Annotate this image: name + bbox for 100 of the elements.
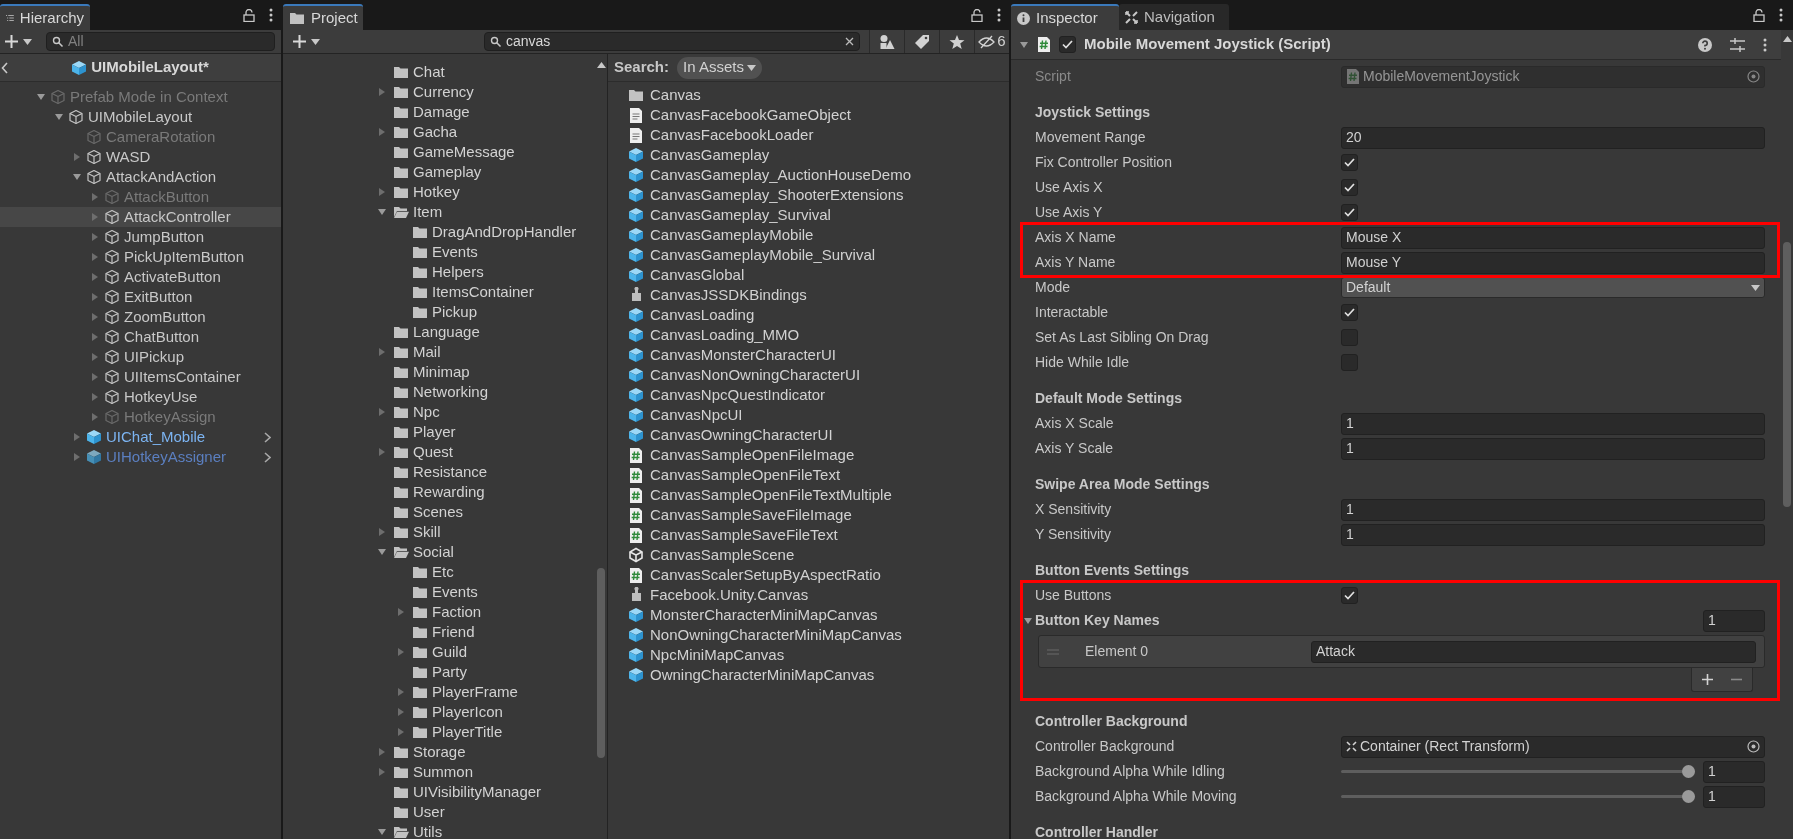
folder-item[interactable]: Etc — [283, 562, 595, 582]
asset-item[interactable]: Facebook.Unity.Canvas — [608, 585, 1009, 605]
folder-item[interactable]: Events — [283, 242, 595, 262]
object-picker-icon[interactable] — [1747, 70, 1760, 83]
folder-item[interactable]: Summon — [283, 762, 595, 782]
asset-item[interactable]: Canvas — [608, 85, 1009, 105]
checkbox[interactable] — [1341, 304, 1358, 321]
dropdown[interactable]: Default — [1341, 277, 1765, 298]
scrollbar-thumb[interactable] — [597, 568, 605, 758]
expand-arrow-icon[interactable] — [377, 347, 387, 357]
folder-item[interactable]: Chat — [283, 62, 595, 82]
asset-item[interactable]: CanvasSampleSaveFileText — [608, 525, 1009, 545]
text-field[interactable]: Mouse Y — [1341, 251, 1765, 274]
asset-item[interactable]: CanvasGameplay_AuctionHouseDemo — [608, 165, 1009, 185]
folder-item[interactable]: Damage — [283, 102, 595, 122]
folder-item[interactable]: Mail — [283, 342, 595, 362]
folder-item[interactable]: Quest — [283, 442, 595, 462]
asset-item[interactable]: CanvasLoading — [608, 305, 1009, 325]
scrollbar-thumb[interactable] — [1783, 242, 1791, 507]
folder-item[interactable]: PlayerTitle — [283, 722, 595, 742]
folder-item[interactable]: Networking — [283, 382, 595, 402]
hidden-packages-button[interactable]: 6 — [974, 30, 1009, 53]
expand-arrow-icon[interactable] — [396, 707, 406, 717]
text-field[interactable]: 1 — [1703, 785, 1765, 808]
checkbox[interactable] — [1341, 154, 1358, 171]
checkbox[interactable] — [1341, 204, 1358, 221]
more-options-icon[interactable] — [269, 8, 273, 22]
slider-thumb[interactable] — [1682, 765, 1695, 778]
folder-item[interactable]: Gacha — [283, 122, 595, 142]
object-field[interactable]: Container (Rect Transform) — [1341, 735, 1765, 758]
panel-tab[interactable]: Project — [283, 4, 363, 30]
asset-item[interactable]: CanvasNonOwningCharacterUI — [608, 365, 1009, 385]
expand-arrow-icon[interactable] — [377, 127, 387, 137]
folder-item[interactable]: Party — [283, 662, 595, 682]
add-button[interactable] — [1702, 674, 1713, 685]
checkbox[interactable] — [1059, 36, 1076, 53]
lock-icon[interactable] — [243, 8, 255, 22]
asset-item[interactable]: CanvasGameplay — [608, 145, 1009, 165]
asset-item[interactable]: CanvasFacebookGameObject — [608, 105, 1009, 125]
expand-arrow-icon[interactable] — [377, 207, 387, 217]
search-field[interactable]: All — [46, 32, 275, 51]
folder-item[interactable]: Scenes — [283, 502, 595, 522]
folder-item[interactable]: Utils — [283, 822, 595, 839]
scroll-up-icon[interactable] — [1782, 36, 1792, 42]
component-header[interactable]: Mobile Movement Joystick (Script) — [1011, 30, 1781, 60]
asset-item[interactable]: CanvasNpcQuestIndicator — [608, 385, 1009, 405]
lock-icon[interactable] — [971, 8, 983, 22]
text-field[interactable]: 1 — [1341, 498, 1765, 521]
folder-item[interactable]: Player — [283, 422, 595, 442]
folder-item[interactable]: GameMessage — [283, 142, 595, 162]
help-icon[interactable] — [1698, 37, 1712, 52]
asset-item[interactable]: CanvasNpcUI — [608, 405, 1009, 425]
expand-arrow-icon[interactable] — [377, 547, 387, 557]
asset-item[interactable]: CanvasGameplayMobile_Survival — [608, 245, 1009, 265]
folder-item[interactable]: User — [283, 802, 595, 822]
panel-tab[interactable]: Navigation — [1119, 4, 1229, 30]
folder-item[interactable]: Social — [283, 542, 595, 562]
folder-item[interactable]: Friend — [283, 622, 595, 642]
asset-item[interactable]: CanvasFacebookLoader — [608, 125, 1009, 145]
asset-item[interactable]: NonOwningCharacterMiniMapCanvas — [608, 625, 1009, 645]
asset-item[interactable]: NpcMiniMapCanvas — [608, 645, 1009, 665]
folder-item[interactable]: Resistance — [283, 462, 595, 482]
folder-item[interactable]: Language — [283, 322, 595, 342]
expand-arrow-icon[interactable] — [377, 827, 387, 837]
more-options-icon[interactable] — [997, 8, 1001, 22]
folder-item[interactable]: PlayerIcon — [283, 702, 595, 722]
folder-item[interactable]: Skill — [283, 522, 595, 542]
folder-item[interactable]: ItemsContainer — [283, 282, 595, 302]
asset-item[interactable]: CanvasMonsterCharacterUI — [608, 345, 1009, 365]
search-field[interactable]: canvas — [484, 32, 860, 51]
asset-item[interactable]: MonsterCharacterMiniMapCanvas — [608, 605, 1009, 625]
folder-item[interactable]: UIVisibilityManager — [283, 782, 595, 802]
asset-item[interactable]: CanvasSampleSaveFileImage — [608, 505, 1009, 525]
folder-item[interactable]: Gameplay — [283, 162, 595, 182]
expand-arrow-icon[interactable] — [1023, 615, 1033, 626]
folder-item[interactable]: Helpers — [283, 262, 595, 282]
presets-icon[interactable] — [1730, 37, 1745, 52]
folder-item[interactable]: Guild — [283, 642, 595, 662]
folder-item[interactable]: Pickup — [283, 302, 595, 322]
script-field[interactable]: MobileMovementJoystick — [1341, 65, 1765, 88]
expand-arrow-icon[interactable] — [396, 647, 406, 657]
text-field[interactable]: Attack — [1311, 640, 1756, 663]
object-picker-icon[interactable] — [1747, 740, 1760, 753]
expand-arrow-icon[interactable] — [377, 747, 387, 757]
expand-arrow-icon[interactable] — [377, 407, 387, 417]
expand-arrow-icon[interactable] — [396, 687, 406, 697]
slider-thumb[interactable] — [1682, 790, 1695, 803]
asset-item[interactable]: CanvasGameplay_ShooterExtensions — [608, 185, 1009, 205]
lock-icon[interactable] — [1753, 8, 1765, 22]
expand-arrow-icon[interactable] — [377, 187, 387, 197]
expand-arrow-icon[interactable] — [377, 527, 387, 537]
text-field[interactable]: 1 — [1341, 523, 1765, 546]
asset-item[interactable]: CanvasGameplay_Survival — [608, 205, 1009, 225]
folder-item[interactable]: Events — [283, 582, 595, 602]
folder-item[interactable]: Storage — [283, 742, 595, 762]
more-options-icon[interactable] — [1763, 37, 1767, 52]
folder-item[interactable]: Rewarding — [283, 482, 595, 502]
folder-item[interactable]: Npc — [283, 402, 595, 422]
expand-arrow-icon[interactable] — [377, 87, 387, 97]
asset-item[interactable]: CanvasGlobal — [608, 265, 1009, 285]
